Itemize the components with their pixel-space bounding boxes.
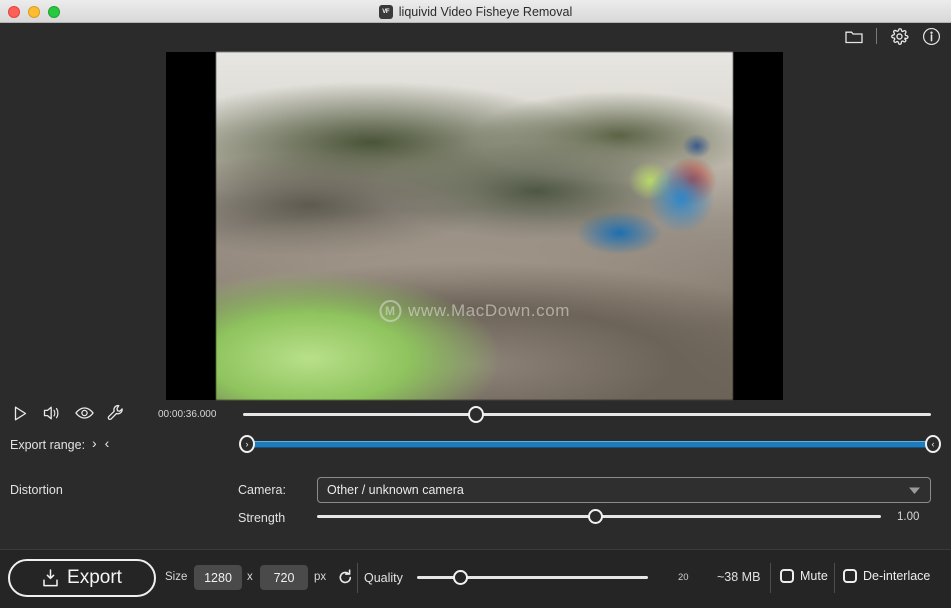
seek-slider-knob[interactable] (468, 406, 484, 423)
bottom-divider-3 (834, 563, 835, 593)
set-range-out-icon[interactable]: ‹ (105, 436, 110, 450)
deinterlace-checkbox-label: De-interlace (863, 569, 931, 583)
distortion-section-label: Distortion (10, 483, 63, 497)
player-controls (10, 403, 126, 423)
app-window: VF liquivid Video Fisheye Removal M www.… (0, 0, 951, 608)
estimated-filesize: ~38 MB (717, 570, 761, 584)
bottom-divider-1 (357, 563, 358, 593)
chevron-down-icon (909, 487, 920, 494)
top-toolbar (844, 26, 941, 46)
video-preview-stage[interactable]: M www.MacDown.com (166, 52, 783, 400)
reset-icon[interactable] (336, 568, 354, 586)
volume-icon[interactable] (42, 403, 62, 423)
range-handle-left[interactable]: › (239, 435, 255, 453)
eye-icon[interactable] (74, 403, 94, 423)
info-icon[interactable] (921, 26, 941, 46)
export-button-label: Export (67, 567, 122, 588)
export-range-arrows: › ‹ (92, 436, 109, 450)
toolbar-divider (876, 28, 877, 44)
size-label: Size (165, 571, 188, 583)
window-title: liquivid Video Fisheye Removal (398, 4, 573, 19)
export-button[interactable]: Export (8, 559, 156, 597)
timecode-display: 00:00:36.000 (158, 409, 217, 420)
deinterlace-checkbox[interactable]: De-interlace (843, 569, 930, 583)
gear-icon[interactable] (889, 26, 909, 46)
bottom-divider-2 (770, 563, 771, 593)
camera-select[interactable]: Other / unknown camera (317, 477, 931, 503)
app-icon: VF (378, 4, 393, 19)
quality-slider-track[interactable] (417, 576, 648, 579)
camera-label: Camera: (238, 483, 286, 497)
size-width-input[interactable]: 1280 (194, 565, 242, 590)
video-frame (216, 52, 733, 400)
folder-icon[interactable] (844, 26, 864, 46)
play-icon[interactable] (10, 403, 30, 423)
strength-value: 1.00 (897, 511, 920, 523)
strength-label: Strength (238, 511, 286, 525)
wrench-icon[interactable] (106, 403, 126, 423)
size-height-input[interactable]: 720 (260, 565, 308, 590)
size-separator: x (247, 571, 253, 583)
mute-checkbox[interactable]: Mute (780, 569, 828, 583)
range-handle-right[interactable]: ‹ (925, 435, 941, 453)
quality-label: Quality (364, 571, 403, 585)
mute-checkbox-label: Mute (800, 569, 828, 583)
mute-checkbox-box[interactable] (780, 569, 794, 583)
title-center: VF liquivid Video Fisheye Removal (0, 0, 951, 23)
strength-slider-knob[interactable] (588, 509, 603, 524)
export-range-label: Export range: (10, 438, 86, 452)
title-bar: VF liquivid Video Fisheye Removal (0, 0, 951, 23)
export-range-bar[interactable] (248, 441, 928, 448)
seek-slider-track[interactable] (243, 413, 931, 416)
deinterlace-checkbox-box[interactable] (843, 569, 857, 583)
size-unit-label: px (314, 571, 327, 583)
quality-slider-knob[interactable] (453, 570, 468, 585)
set-range-in-icon[interactable]: › (92, 436, 97, 450)
quality-value: 20 (678, 572, 689, 583)
camera-select-value: Other / unknown camera (327, 483, 464, 497)
export-box-icon (43, 569, 58, 587)
